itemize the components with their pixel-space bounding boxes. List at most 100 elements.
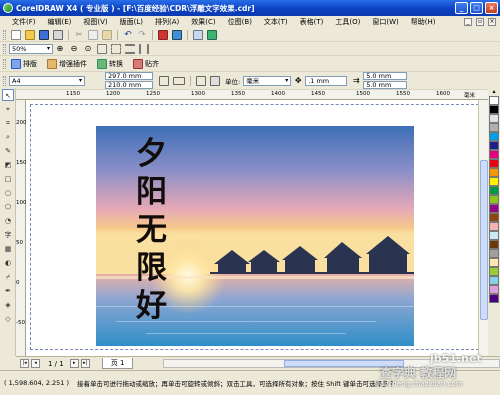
vertical-scroll-thumb[interactable] (480, 160, 488, 320)
doc-close-button[interactable]: × (488, 18, 496, 26)
color-swatch[interactable] (489, 231, 499, 240)
menu-tools[interactable]: 工具(O) (329, 17, 366, 27)
open-folder-icon[interactable] (25, 29, 35, 40)
crop-tool-icon[interactable]: ⌗ (2, 117, 14, 129)
export-icon[interactable] (172, 29, 182, 40)
pick-tool-icon[interactable]: ↖ (2, 89, 14, 101)
app-launcher-icon[interactable] (193, 29, 203, 40)
color-swatch[interactable] (489, 267, 499, 276)
vertical-ruler[interactable]: 200 150 100 50 0 -50 (16, 100, 27, 356)
new-document-icon[interactable] (11, 29, 21, 40)
menu-bitmaps[interactable]: 位图(B) (222, 17, 258, 27)
drawing-canvas[interactable]: 夕 阳 无 限 好 (26, 100, 488, 356)
fill-tool-icon[interactable]: ◈ (2, 299, 14, 311)
enhance-plugin-button[interactable]: 增强插件 (45, 58, 87, 69)
paper-size-select[interactable]: A4 (9, 75, 85, 86)
color-swatch[interactable] (489, 258, 499, 267)
table-tool-icon[interactable]: ▦ (2, 243, 14, 255)
zoom-in-icon[interactable]: ⊕ (55, 44, 65, 54)
menu-edit[interactable]: 编辑(E) (42, 17, 78, 27)
redo-icon[interactable]: ↷ (137, 30, 147, 40)
color-swatch[interactable] (489, 141, 499, 150)
color-swatch[interactable] (489, 105, 499, 114)
calligraphy-char[interactable]: 阳 (136, 174, 167, 210)
minimize-button[interactable]: _ (455, 2, 468, 14)
sunset-photo[interactable]: 夕 阳 无 限 好 (96, 126, 414, 346)
zoom-all-icon[interactable] (97, 43, 107, 54)
menu-layout[interactable]: 版面(L) (114, 17, 149, 27)
color-swatch[interactable] (489, 186, 499, 195)
color-swatch[interactable] (489, 222, 499, 231)
color-swatch[interactable] (489, 285, 499, 294)
copy-icon[interactable] (88, 29, 98, 40)
menu-arrange[interactable]: 排列(A) (149, 17, 185, 27)
cut-icon[interactable]: ✂ (74, 30, 84, 40)
import-icon[interactable] (158, 29, 168, 40)
color-swatch[interactable] (489, 123, 499, 132)
calligraphy-char[interactable]: 夕 (136, 136, 167, 172)
zoom-page-width-icon[interactable] (125, 43, 135, 54)
menu-effects[interactable]: 效果(C) (185, 17, 221, 27)
all-pages-icon[interactable] (196, 75, 206, 86)
page-tab[interactable]: 页 1 (101, 358, 134, 369)
color-swatch[interactable] (489, 96, 499, 105)
color-swatch[interactable] (489, 294, 499, 303)
color-swatch[interactable] (489, 177, 499, 186)
save-icon[interactable] (39, 29, 49, 40)
color-swatch[interactable] (489, 240, 499, 249)
basic-shapes-tool-icon[interactable]: ◔ (2, 215, 14, 227)
unit-select[interactable]: 毫米 (243, 75, 292, 86)
current-page-icon[interactable] (210, 75, 220, 86)
rectangle-tool-icon[interactable]: □ (2, 173, 14, 185)
zoom-level-select[interactable]: 50% (9, 43, 53, 54)
horizontal-ruler[interactable]: 1150 1200 1250 1300 1350 1400 1450 1500 … (16, 90, 488, 100)
welcome-screen-icon[interactable] (207, 29, 217, 40)
freehand-tool-icon[interactable]: ✎ (2, 145, 14, 157)
interactive-fill-tool-icon[interactable]: ◇ (2, 313, 14, 325)
next-page-icon[interactable]: ▸ (69, 359, 79, 368)
duplicate-x-input[interactable]: 5.0 mm (363, 72, 408, 80)
landscape-icon[interactable] (173, 76, 185, 85)
menu-window[interactable]: 窗口(W) (366, 17, 404, 27)
color-swatch[interactable] (489, 204, 499, 213)
paste-plugin-button[interactable]: 贴齐 (131, 58, 159, 69)
menu-view[interactable]: 视图(V) (77, 17, 113, 27)
menu-help[interactable]: 帮助(H) (405, 17, 442, 27)
portrait-icon[interactable] (159, 75, 169, 86)
polygon-tool-icon[interactable]: ⬠ (2, 201, 14, 213)
shape-tool-icon[interactable]: ⌖ (2, 103, 14, 115)
ellipse-tool-icon[interactable]: ○ (2, 187, 14, 199)
zoom-page-icon[interactable] (111, 43, 121, 54)
calligraphy-char[interactable]: 好 (136, 288, 167, 324)
color-swatch[interactable] (489, 159, 499, 168)
color-swatch[interactable] (489, 114, 499, 123)
text-tool-icon[interactable]: 字 (2, 229, 14, 241)
zoom-selected-icon[interactable]: ⊙ (83, 44, 93, 54)
prev-page-icon[interactable]: ◂ (31, 359, 40, 368)
coreldraw-app-icon[interactable] (3, 3, 13, 13)
color-swatch[interactable] (489, 195, 499, 204)
toolbar-grip[interactable] (3, 29, 6, 40)
color-swatch[interactable] (489, 132, 499, 141)
last-page-icon[interactable]: ▸| (80, 359, 90, 368)
color-swatch[interactable] (489, 213, 499, 222)
vertical-scrollbar[interactable] (478, 100, 488, 356)
menu-file[interactable]: 文件(F) (6, 17, 42, 27)
doc-minimize-button[interactable]: _ (464, 18, 472, 26)
menu-text[interactable]: 文本(T) (258, 17, 294, 27)
calligraphy-char[interactable]: 无 (136, 212, 167, 248)
page-width-input[interactable]: 297.0 mm (105, 72, 153, 80)
zoom-page-height-icon[interactable] (139, 43, 149, 54)
outline-tool-icon[interactable]: ✒ (2, 285, 14, 297)
page-height-input[interactable]: 210.0 mm (105, 81, 153, 89)
zoom-out-icon[interactable]: ⊖ (69, 44, 79, 54)
calligraphy-char[interactable]: 限 (136, 250, 167, 286)
convert-plugin-button[interactable]: 转换 (95, 58, 123, 69)
color-swatch[interactable] (489, 249, 499, 258)
print-icon[interactable] (53, 29, 63, 40)
undo-icon[interactable]: ↶ (123, 30, 133, 40)
paste-icon[interactable] (102, 29, 112, 40)
close-button[interactable]: × (485, 2, 498, 14)
first-page-icon[interactable]: |◂ (20, 359, 29, 368)
color-swatch[interactable] (489, 150, 499, 159)
